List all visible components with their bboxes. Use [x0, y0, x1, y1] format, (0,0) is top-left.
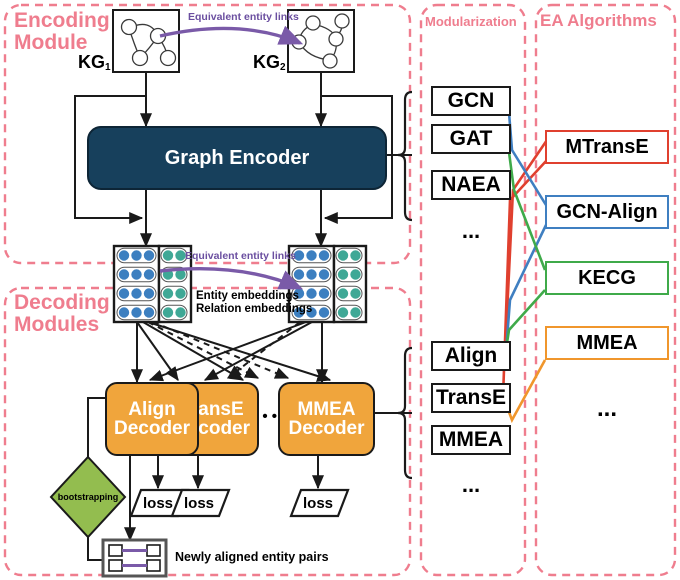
align-decoder-line2: Decoder [113, 418, 191, 439]
panel-title-modularization: Modularization [425, 14, 517, 29]
kg2-subscript: 2 [280, 62, 286, 73]
kg1-subscript: 1 [105, 62, 111, 73]
panel-title-encoding: Encoding Module [14, 9, 110, 55]
bootstrapping-label: bootstrapping [57, 492, 119, 502]
module-item-transe[interactable]: TransE [431, 383, 511, 413]
kg1-graph [112, 9, 180, 73]
embedding-to-decoder-links [131, 321, 332, 384]
encoding-title-line2: Module [14, 31, 88, 55]
equivalent-link-curve-top [159, 25, 304, 45]
kg1-text: KG [78, 52, 105, 72]
module-item-gcn[interactable]: GCN [431, 86, 511, 116]
panel-title-ea: EA Algorithms [540, 11, 657, 30]
equivalent-link-label-top: Equivalent entity links [188, 11, 299, 23]
newly-aligned-pairs-widget [101, 538, 168, 578]
loss-label-3: loss [302, 494, 333, 512]
ea-item-gcn-align[interactable]: GCN-Align [545, 195, 669, 229]
kg1-label: KG1 [78, 52, 111, 73]
ea-item-mtranse[interactable]: MTransE [545, 130, 669, 164]
entity-embeddings-caption: Entity embeddings [196, 290, 299, 302]
mmea-decoder-line2: Decoder [288, 418, 365, 439]
graph-encoder-box[interactable]: Graph Encoder [87, 126, 387, 190]
kg2-label: KG2 [253, 52, 286, 73]
relation-embeddings-caption: Relation embeddings [196, 303, 313, 316]
ea-ellipsis: ... [596, 395, 617, 422]
ea-item-mmea[interactable]: MMEA [545, 326, 669, 360]
module-item-gat[interactable]: GAT [431, 124, 511, 154]
panel-title-decoding: Decoding Modules [14, 291, 110, 337]
loss-label-2: loss [183, 494, 214, 512]
embedding-matrix-kg1 [112, 244, 193, 324]
mmea-decoder-box[interactable]: MMEA Decoder [278, 382, 375, 456]
encoding-title-line1: Encoding [14, 9, 110, 32]
module-encoder-ellipsis: ... [461, 218, 481, 243]
decoding-title-line1: Decoding [14, 291, 110, 314]
module-item-mmea[interactable]: MMEA [431, 425, 511, 455]
newly-aligned-caption: Newly aligned entity pairs [175, 550, 329, 564]
module-item-align[interactable]: Align [431, 341, 511, 371]
module-decoder-ellipsis: ... [461, 472, 481, 497]
equivalent-link-label-mid: Equivalent entity links [185, 250, 296, 262]
align-decoder-line1: Align [128, 398, 176, 420]
decoding-title-line2: Modules [14, 313, 100, 337]
kg2-text: KG [253, 52, 280, 72]
ea-item-kecg[interactable]: KECG [545, 261, 669, 295]
module-item-naea[interactable]: NAEA [431, 170, 511, 200]
mmea-decoder-line1: MMEA [297, 398, 356, 420]
diagram-root: Encoding Module Decoding Modules Modular… [0, 0, 680, 580]
align-decoder-box[interactable]: Align Decoder [105, 382, 199, 456]
embedding-captions: Entity embeddings Relation embeddings [196, 290, 312, 316]
